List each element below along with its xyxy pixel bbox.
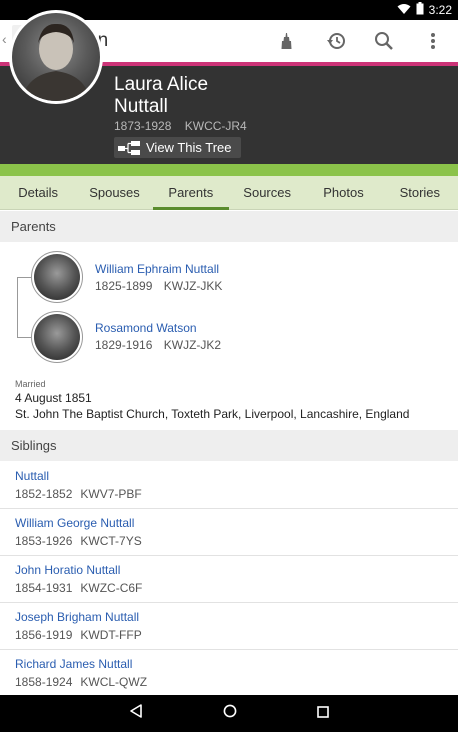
overflow-menu-icon[interactable] bbox=[420, 29, 446, 53]
sibling-row[interactable]: John Horatio Nuttall 1854-1931 KWZC-C6F bbox=[0, 556, 458, 603]
marriage-label: Married bbox=[15, 379, 46, 389]
back-chevron-icon[interactable]: ‹ bbox=[2, 31, 7, 47]
wifi-icon bbox=[397, 3, 411, 18]
view-tree-label: View This Tree bbox=[146, 140, 232, 155]
sibling-vitals: 1852-1852 KWV7-PBF bbox=[15, 487, 142, 501]
person-lifespan: 1873-1928 bbox=[114, 119, 172, 133]
person-vitals: 1873-1928 KWCC-JR4 bbox=[114, 119, 247, 133]
nav-home-icon[interactable] bbox=[223, 704, 237, 723]
search-icon[interactable] bbox=[371, 29, 397, 53]
sibling-id: KWV7-PBF bbox=[80, 487, 142, 501]
sibling-id: KWDT-FFP bbox=[80, 628, 142, 642]
sibling-name-link[interactable]: William George Nuttall bbox=[15, 516, 134, 530]
sibling-row[interactable]: Joseph Brigham Nuttall 1856-1919 KWDT-FFP bbox=[0, 603, 458, 650]
father-vitals: 1825-1899 KWJZ-JKK bbox=[95, 279, 222, 293]
sibling-name-link[interactable]: Nuttall bbox=[15, 469, 49, 483]
sibling-lifespan: 1856-1919 bbox=[15, 628, 73, 642]
tab-sources[interactable]: Sources bbox=[229, 176, 305, 209]
sibling-lifespan: 1852-1852 bbox=[15, 487, 73, 501]
tab-stories[interactable]: Stories bbox=[382, 176, 458, 209]
person-tabs: Details Spouses Parents Sources Photos S… bbox=[0, 176, 458, 210]
sibling-vitals: 1853-1926 KWCT-7YS bbox=[15, 534, 142, 548]
mother-name-link[interactable]: Rosamond Watson bbox=[95, 321, 197, 335]
mother-lifespan: 1829-1916 bbox=[95, 338, 153, 352]
marriage-place: St. John The Baptist Church, Toxteth Par… bbox=[15, 407, 410, 421]
sibling-lifespan: 1853-1926 bbox=[15, 534, 73, 548]
parents-section-header: Parents bbox=[0, 211, 458, 242]
sibling-id: KWCT-7YS bbox=[80, 534, 142, 548]
history-icon[interactable] bbox=[323, 29, 349, 53]
mother-portrait[interactable] bbox=[31, 311, 83, 363]
sibling-lifespan: 1858-1924 bbox=[15, 675, 73, 689]
sibling-name-link[interactable]: John Horatio Nuttall bbox=[15, 563, 120, 577]
view-tree-button[interactable]: View This Tree bbox=[114, 137, 241, 158]
father-name-link[interactable]: William Ephraim Nuttall bbox=[95, 262, 219, 276]
father-id: KWJZ-JKK bbox=[163, 279, 223, 293]
person-name: Laura Alice Nuttall bbox=[114, 74, 208, 118]
person-portrait[interactable] bbox=[9, 10, 103, 104]
person-given-names: Laura Alice bbox=[114, 74, 209, 95]
mother-id: KWJZ-JK2 bbox=[163, 338, 222, 352]
battery-icon bbox=[416, 2, 424, 18]
sibling-row[interactable]: Richard James Nuttall 1858-1924 KWCL-QWZ bbox=[0, 650, 458, 697]
sibling-vitals: 1856-1919 KWDT-FFP bbox=[15, 628, 142, 642]
tab-spouses[interactable]: Spouses bbox=[76, 176, 152, 209]
system-nav-bar bbox=[0, 695, 458, 732]
marriage-date: 4 August 1851 bbox=[15, 391, 92, 405]
sibling-row[interactable]: William George Nuttall 1853-1926 KWCT-7YS bbox=[0, 509, 458, 556]
clock-time: 3:22 bbox=[428, 3, 452, 17]
sibling-id: KWZC-C6F bbox=[80, 581, 143, 595]
mother-vitals: 1829-1916 KWJZ-JK2 bbox=[95, 338, 221, 352]
tab-parents[interactable]: Parents bbox=[152, 176, 230, 210]
tab-details[interactable]: Details bbox=[0, 176, 76, 209]
sibling-lifespan: 1854-1931 bbox=[15, 581, 73, 595]
sibling-name-link[interactable]: Richard James Nuttall bbox=[15, 657, 132, 671]
accent-strip-green bbox=[0, 164, 458, 176]
nav-recents-icon[interactable] bbox=[317, 705, 329, 723]
sibling-id: KWCL-QWZ bbox=[80, 675, 148, 689]
person-surname: Nuttall bbox=[114, 96, 168, 117]
temple-icon[interactable] bbox=[274, 29, 300, 53]
siblings-section-header: Siblings bbox=[0, 430, 458, 461]
sibling-vitals: 1858-1924 KWCL-QWZ bbox=[15, 675, 147, 689]
tree-chart-icon bbox=[118, 140, 140, 155]
sibling-vitals: 1854-1931 KWZC-C6F bbox=[15, 581, 142, 595]
sibling-name-link[interactable]: Joseph Brigham Nuttall bbox=[15, 610, 139, 624]
father-portrait[interactable] bbox=[31, 251, 83, 303]
person-id: KWCC-JR4 bbox=[184, 119, 247, 133]
sibling-row[interactable]: Nuttall 1852-1852 KWV7-PBF bbox=[0, 462, 458, 509]
tab-photos[interactable]: Photos bbox=[305, 176, 381, 209]
nav-back-icon[interactable] bbox=[129, 704, 143, 723]
father-lifespan: 1825-1899 bbox=[95, 279, 153, 293]
parents-connector bbox=[17, 277, 31, 338]
